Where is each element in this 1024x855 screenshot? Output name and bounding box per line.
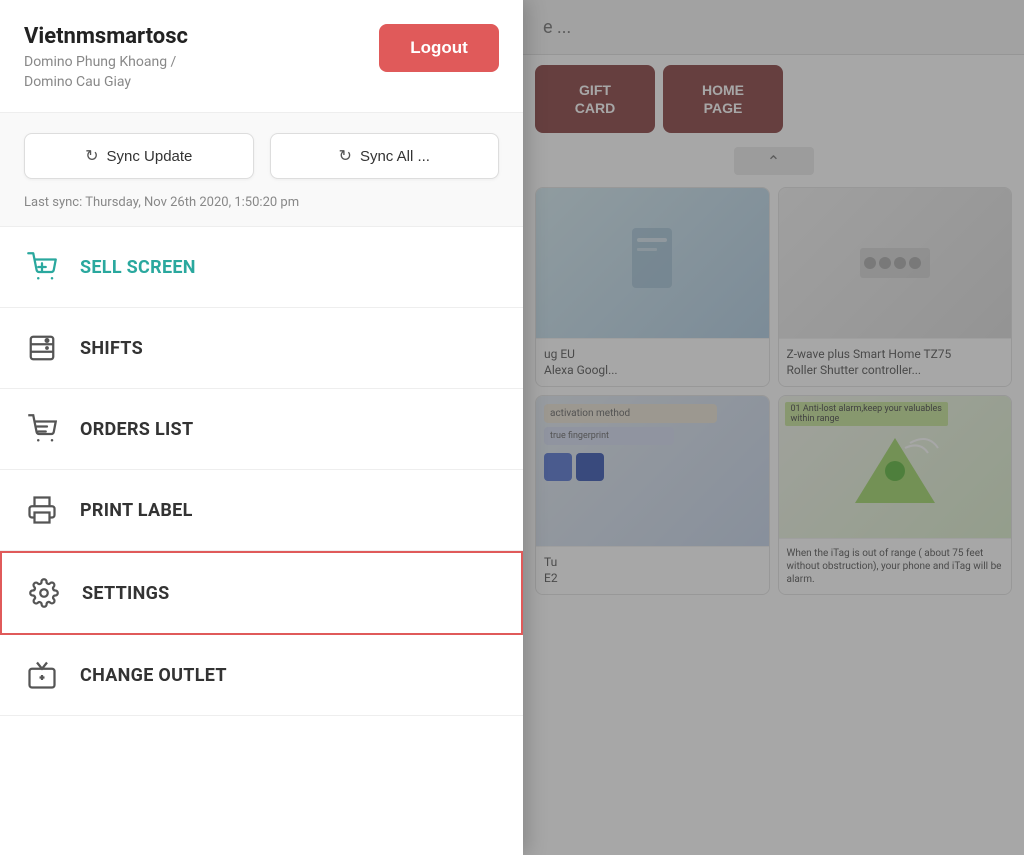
sidebar-item-change-outlet[interactable]: CHANGE OUTLET — [0, 635, 523, 716]
sync-all-icon: ↻ — [339, 146, 352, 166]
print-icon — [24, 492, 60, 528]
sync-all-label: Sync All ... — [360, 148, 430, 165]
cart-plus-icon — [24, 249, 60, 285]
sync-update-button[interactable]: ↻ Sync Update — [24, 133, 254, 179]
sync-buttons-row: ↻ Sync Update ↻ Sync All ... — [24, 133, 499, 179]
settings-label: SETTINGS — [82, 583, 170, 604]
last-sync-text: Last sync: Thursday, Nov 26th 2020, 1:50… — [24, 195, 299, 210]
sell-screen-label: SELL SCREEN — [80, 257, 196, 278]
sidebar-item-shifts[interactable]: SHIFTS — [0, 308, 523, 389]
sync-update-label: Sync Update — [107, 148, 193, 165]
sidebar-item-settings[interactable]: SETTINGS — [0, 551, 523, 635]
sidebar-drawer: Vietnmsmartosc Domino Phung Khoang / Dom… — [0, 0, 523, 855]
outlet-icon — [24, 657, 60, 693]
settings-icon — [26, 575, 62, 611]
change-outlet-label: CHANGE OUTLET — [80, 665, 227, 686]
background-pos-screen: e ... GIFTCARD HOMEPAGE ⌃ ug EUAlexa Goo… — [523, 0, 1024, 855]
orders-icon — [24, 411, 60, 447]
sync-all-button[interactable]: ↻ Sync All ... — [270, 133, 500, 179]
sidebar-menu: SELL SCREEN SHIFTS — [0, 227, 523, 855]
sync-section: ↻ Sync Update ↻ Sync All ... Last sync: … — [0, 113, 523, 227]
sidebar-header: Vietnmsmartosc Domino Phung Khoang / Dom… — [0, 0, 523, 113]
background-dim-overlay — [523, 0, 1024, 855]
user-info: Vietnmsmartosc Domino Phung Khoang / Dom… — [24, 24, 188, 92]
sidebar-item-print-label[interactable]: PRINT LABEL — [0, 470, 523, 551]
sidebar-item-orders-list[interactable]: ORDERS LIST — [0, 389, 523, 470]
shifts-label: SHIFTS — [80, 338, 143, 359]
sidebar-item-sell-screen[interactable]: SELL SCREEN — [0, 227, 523, 308]
shifts-icon — [24, 330, 60, 366]
username: Vietnmsmartosc — [24, 24, 188, 49]
sync-update-icon: ↻ — [85, 146, 98, 166]
logout-button[interactable]: Logout — [379, 24, 499, 72]
print-label-label: PRINT LABEL — [80, 500, 193, 521]
user-location: Domino Phung Khoang / Domino Cau Giay — [24, 53, 188, 92]
orders-list-label: ORDERS LIST — [80, 419, 193, 440]
